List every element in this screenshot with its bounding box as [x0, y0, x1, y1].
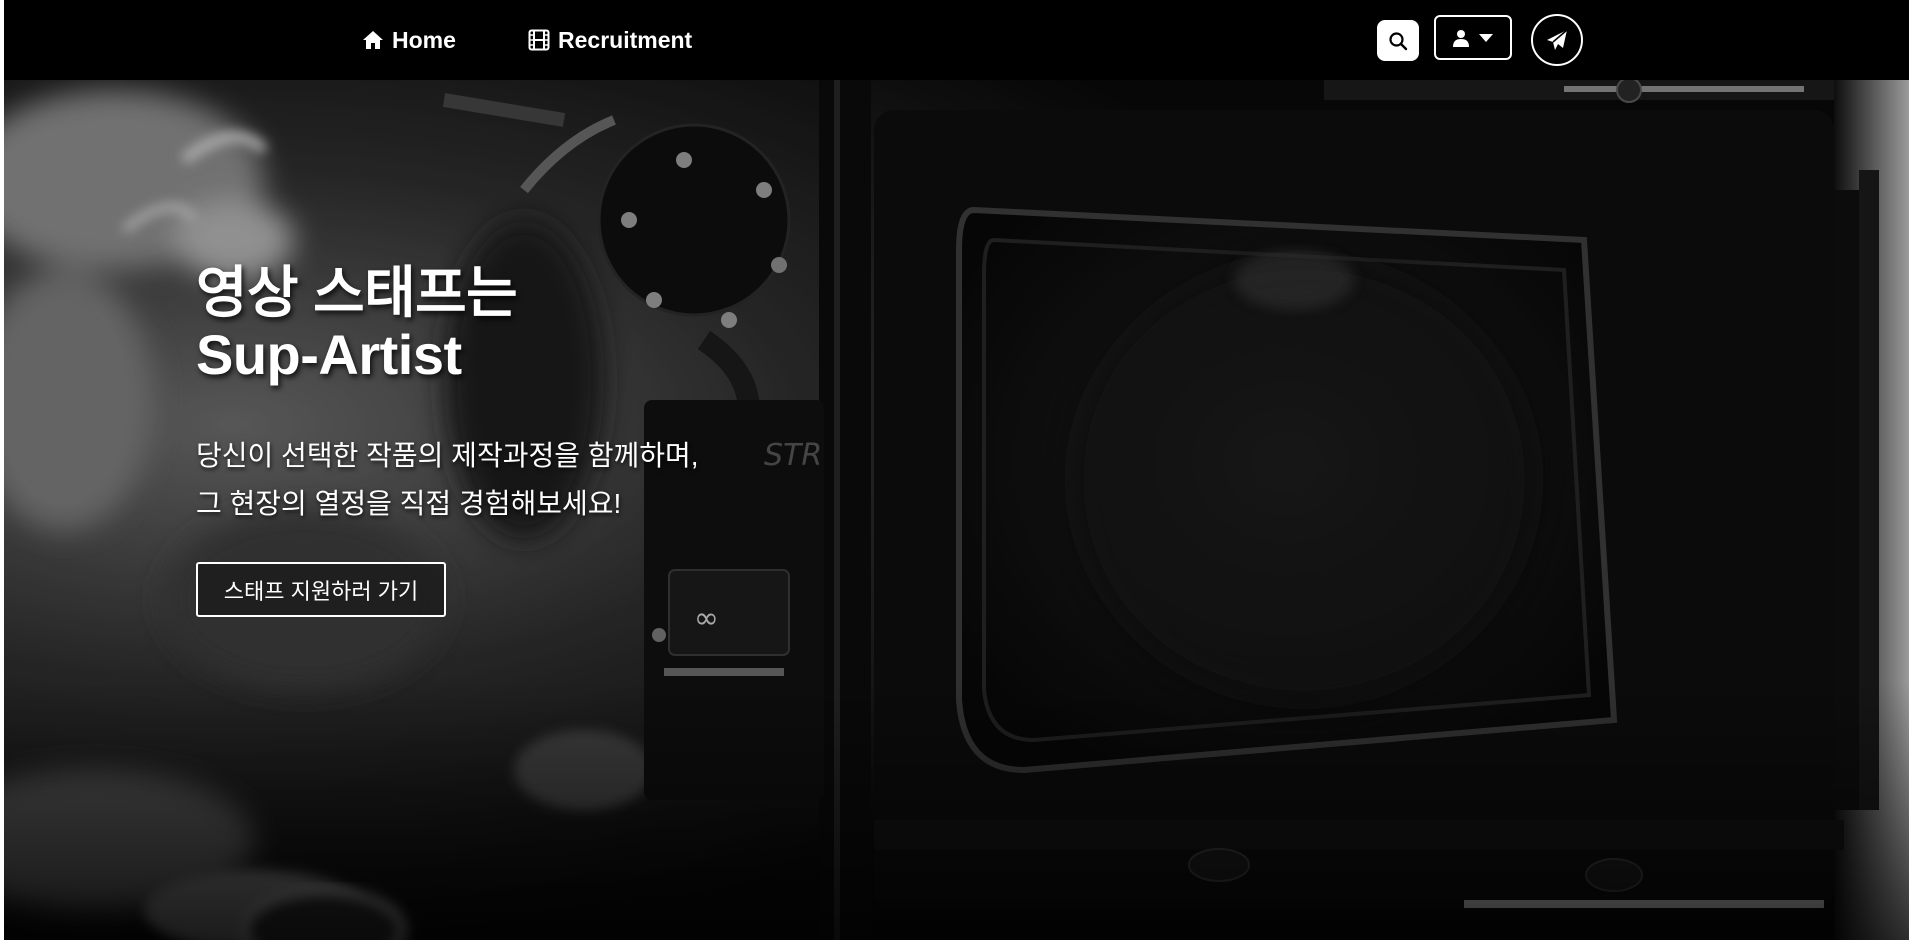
search-button[interactable] [1377, 20, 1419, 61]
nav-home-label: Home [392, 26, 456, 53]
search-icon [1389, 31, 1408, 50]
apply-staff-button[interactable]: 스태프 지원하러 가기 [196, 562, 446, 617]
home-icon [363, 31, 383, 49]
hero-description: 당신이 선택한 작품의 제작과정을 함께하며, 그 현장의 열정을 직접 경험해… [196, 432, 699, 528]
send-button[interactable] [1531, 14, 1583, 66]
page: Home Recruitment ∞ STR 영상 스태프는 Sup-Artis… [0, 0, 1909, 940]
window-edge [0, 0, 4, 940]
nav-home-link[interactable]: Home [362, 22, 456, 58]
hero-title: 영상 스태프는 Sup-Artist [196, 261, 518, 386]
hero-title-line-2: Sup-Artist [196, 323, 462, 386]
user-menu-button[interactable] [1434, 15, 1512, 60]
nav-recruitment-label: Recruitment [558, 26, 693, 53]
user-icon [1453, 29, 1469, 47]
hero-description-line-1: 당신이 선택한 작품의 제작과정을 함께하며, [196, 440, 699, 471]
hero-section: ∞ STR 영상 스태프는 Sup-Artist 당신이 선택한 작품의 제작과… [4, 80, 1909, 940]
navbar: Home Recruitment [4, 0, 1909, 80]
film-icon [528, 29, 550, 51]
caret-down-icon [1479, 33, 1493, 42]
hero-description-line-2: 그 현장의 열정을 직접 경험해보세요! [196, 488, 622, 519]
hero-title-line-1: 영상 스태프는 [196, 261, 518, 324]
paper-plane-icon [1547, 29, 1568, 50]
nav-recruitment-link[interactable]: Recruitment [528, 22, 692, 58]
